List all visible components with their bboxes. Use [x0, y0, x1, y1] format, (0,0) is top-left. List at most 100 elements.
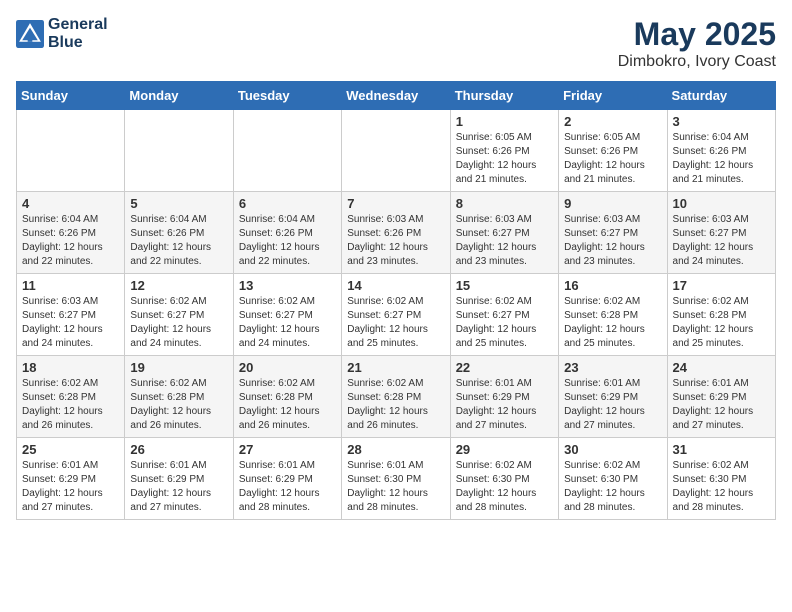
day-info: Sunrise: 6:01 AM Sunset: 6:29 PM Dayligh… [22, 459, 119, 515]
day-number: 20 [239, 360, 336, 375]
day-number: 4 [22, 196, 119, 211]
day-cell: 14Sunrise: 6:02 AM Sunset: 6:27 PM Dayli… [342, 274, 450, 356]
week-row-2: 4 Sunrise: 6:04 AM Sunset: 6:26 PM Daylig… [17, 192, 776, 274]
day-cell: 24Sunrise: 6:01 AM Sunset: 6:29 PM Dayli… [667, 356, 775, 438]
day-info: Sunrise: 6:04 AM Sunset: 6:26 PM Dayligh… [130, 213, 227, 269]
day-cell: 11Sunrise: 6:03 AM Sunset: 6:27 PM Dayli… [17, 274, 125, 356]
day-cell: 28 Sunrise: 6:01 AM Sunset: 6:30 PM Dayli… [342, 438, 450, 520]
day-number: 3 [673, 114, 770, 129]
day-cell: 13Sunrise: 6:02 AM Sunset: 6:27 PM Dayli… [233, 274, 341, 356]
day-number: 31 [673, 442, 770, 457]
day-info: Sunrise: 6:03 AM Sunset: 6:27 PM Dayligh… [564, 213, 661, 269]
day-info: Sunrise: 6:01 AM Sunset: 6:29 PM Dayligh… [564, 377, 661, 433]
day-cell: 6Sunrise: 6:04 AM Sunset: 6:26 PM Daylig… [233, 192, 341, 274]
day-info: Sunrise: 6:02 AM Sunset: 6:30 PM Dayligh… [456, 459, 553, 515]
day-number: 15 [456, 278, 553, 293]
day-cell: 2 Sunrise: 6:05 AM Sunset: 6:26 PM Daylig… [559, 110, 667, 192]
week-row-4: 18Sunrise: 6:02 AM Sunset: 6:28 PM Dayli… [17, 356, 776, 438]
day-number: 13 [239, 278, 336, 293]
day-cell [125, 110, 233, 192]
day-cell: 21 Sunrise: 6:02 AM Sunset: 6:28 PM Dayli… [342, 356, 450, 438]
week-row-3: 11Sunrise: 6:03 AM Sunset: 6:27 PM Dayli… [17, 274, 776, 356]
day-number: 8 [456, 196, 553, 211]
day-number: 23 [564, 360, 661, 375]
day-cell: 16Sunrise: 6:02 AM Sunset: 6:28 PM Dayli… [559, 274, 667, 356]
day-number: 9 [564, 196, 661, 211]
calendar-table: SundayMondayTuesdayWednesdayThursdayFrid… [16, 81, 776, 520]
day-cell: 7 Sunrise: 6:03 AM Sunset: 6:26 PM Daylig… [342, 192, 450, 274]
logo: General Blue [16, 16, 108, 51]
logo-line2: Blue [48, 34, 108, 52]
day-info: Sunrise: 6:03 AM Sunset: 6:27 PM Dayligh… [456, 213, 553, 269]
calendar-subtitle: Dimbokro, Ivory Coast [618, 53, 776, 71]
day-info: Sunrise: 6:02 AM Sunset: 6:30 PM Dayligh… [564, 459, 661, 515]
day-info: Sunrise: 6:01 AM Sunset: 6:29 PM Dayligh… [239, 459, 336, 515]
day-cell: 23 Sunrise: 6:01 AM Sunset: 6:29 PM Dayli… [559, 356, 667, 438]
day-info: Sunrise: 6:02 AM Sunset: 6:27 PM Dayligh… [130, 295, 227, 351]
day-number: 28 [347, 442, 444, 457]
day-info: Sunrise: 6:02 AM Sunset: 6:28 PM Dayligh… [239, 377, 336, 433]
day-info: Sunrise: 6:01 AM Sunset: 6:30 PM Dayligh… [347, 459, 444, 515]
day-info: Sunrise: 6:01 AM Sunset: 6:29 PM Dayligh… [130, 459, 227, 515]
day-number: 25 [22, 442, 119, 457]
day-info: Sunrise: 6:04 AM Sunset: 6:26 PM Dayligh… [673, 131, 770, 187]
day-number: 22 [456, 360, 553, 375]
day-info: Sunrise: 6:04 AM Sunset: 6:26 PM Dayligh… [22, 213, 119, 269]
day-info: Sunrise: 6:02 AM Sunset: 6:27 PM Dayligh… [456, 295, 553, 351]
day-cell: 19Sunrise: 6:02 AM Sunset: 6:28 PM Dayli… [125, 356, 233, 438]
day-number: 1 [456, 114, 553, 129]
day-cell: 26 Sunrise: 6:01 AM Sunset: 6:29 PM Dayli… [125, 438, 233, 520]
day-info: Sunrise: 6:02 AM Sunset: 6:30 PM Dayligh… [673, 459, 770, 515]
day-info: Sunrise: 6:01 AM Sunset: 6:29 PM Dayligh… [673, 377, 770, 433]
day-header-thursday: Thursday [450, 82, 558, 110]
day-cell [17, 110, 125, 192]
day-number: 30 [564, 442, 661, 457]
day-cell: 18Sunrise: 6:02 AM Sunset: 6:28 PM Dayli… [17, 356, 125, 438]
day-info: Sunrise: 6:02 AM Sunset: 6:28 PM Dayligh… [673, 295, 770, 351]
day-header-tuesday: Tuesday [233, 82, 341, 110]
day-info: Sunrise: 6:02 AM Sunset: 6:27 PM Dayligh… [347, 295, 444, 351]
day-info: Sunrise: 6:02 AM Sunset: 6:28 PM Dayligh… [22, 377, 119, 433]
day-cell: 5 Sunrise: 6:04 AM Sunset: 6:26 PM Daylig… [125, 192, 233, 274]
day-number: 27 [239, 442, 336, 457]
day-info: Sunrise: 6:02 AM Sunset: 6:28 PM Dayligh… [130, 377, 227, 433]
logo-text: General Blue [48, 16, 108, 51]
day-cell: 4 Sunrise: 6:04 AM Sunset: 6:26 PM Daylig… [17, 192, 125, 274]
header: General Blue May 2025 Dimbokro, Ivory Co… [16, 16, 776, 71]
day-cell: 10 Sunrise: 6:03 AM Sunset: 6:27 PM Dayli… [667, 192, 775, 274]
day-cell: 15 Sunrise: 6:02 AM Sunset: 6:27 PM Dayli… [450, 274, 558, 356]
day-cell [233, 110, 341, 192]
logo-line1: General [48, 16, 108, 34]
day-number: 21 [347, 360, 444, 375]
day-header-saturday: Saturday [667, 82, 775, 110]
day-info: Sunrise: 6:03 AM Sunset: 6:27 PM Dayligh… [673, 213, 770, 269]
day-cell: 8 Sunrise: 6:03 AM Sunset: 6:27 PM Daylig… [450, 192, 558, 274]
day-cell: 20 Sunrise: 6:02 AM Sunset: 6:28 PM Dayli… [233, 356, 341, 438]
week-row-5: 25 Sunrise: 6:01 AM Sunset: 6:29 PM Dayli… [17, 438, 776, 520]
day-cell: 3 Sunrise: 6:04 AM Sunset: 6:26 PM Daylig… [667, 110, 775, 192]
day-number: 10 [673, 196, 770, 211]
day-info: Sunrise: 6:03 AM Sunset: 6:26 PM Dayligh… [347, 213, 444, 269]
day-number: 5 [130, 196, 227, 211]
day-cell: 17 Sunrise: 6:02 AM Sunset: 6:28 PM Dayli… [667, 274, 775, 356]
day-number: 11 [22, 278, 119, 293]
day-cell: 25 Sunrise: 6:01 AM Sunset: 6:29 PM Dayli… [17, 438, 125, 520]
day-number: 2 [564, 114, 661, 129]
logo-icon [16, 20, 44, 48]
day-number: 29 [456, 442, 553, 457]
day-cell: 27 Sunrise: 6:01 AM Sunset: 6:29 PM Dayli… [233, 438, 341, 520]
calendar-header-row: SundayMondayTuesdayWednesdayThursdayFrid… [17, 82, 776, 110]
day-number: 17 [673, 278, 770, 293]
day-number: 7 [347, 196, 444, 211]
day-info: Sunrise: 6:02 AM Sunset: 6:28 PM Dayligh… [564, 295, 661, 351]
day-number: 6 [239, 196, 336, 211]
day-header-wednesday: Wednesday [342, 82, 450, 110]
day-info: Sunrise: 6:01 AM Sunset: 6:29 PM Dayligh… [456, 377, 553, 433]
day-cell: 9 Sunrise: 6:03 AM Sunset: 6:27 PM Daylig… [559, 192, 667, 274]
title-area: May 2025 Dimbokro, Ivory Coast [618, 16, 776, 71]
day-cell: 31 Sunrise: 6:02 AM Sunset: 6:30 PM Dayli… [667, 438, 775, 520]
day-header-friday: Friday [559, 82, 667, 110]
day-number: 26 [130, 442, 227, 457]
day-info: Sunrise: 6:05 AM Sunset: 6:26 PM Dayligh… [564, 131, 661, 187]
day-info: Sunrise: 6:02 AM Sunset: 6:28 PM Dayligh… [347, 377, 444, 433]
